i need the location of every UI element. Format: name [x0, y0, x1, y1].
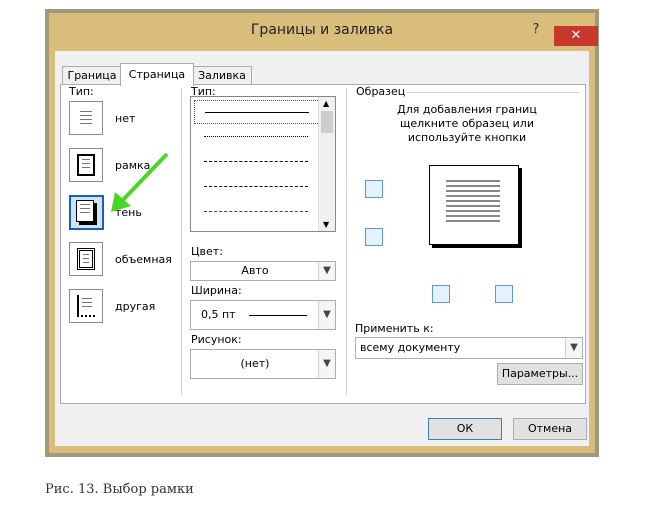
apply-to-dropdown[interactable]: всему документу ▼: [355, 337, 583, 359]
borders-shading-dialog: Границы и заливка ? ✕ Граница Страница З…: [49, 13, 598, 453]
setting-box-icon[interactable]: [69, 148, 103, 182]
chevron-down-icon[interactable]: ▼: [318, 262, 335, 280]
preview-hint-2: щелкните образец или: [400, 117, 534, 130]
cancel-button[interactable]: Отмена: [513, 418, 587, 440]
width-label: Ширина:: [191, 284, 242, 297]
bottom-border-button[interactable]: [365, 228, 383, 246]
preview-label: Образец: [356, 85, 406, 98]
page-border-panel: Тип: нет рамка тень объемная другая Тип:…: [60, 84, 586, 404]
annotation-arrow-icon: [111, 152, 169, 212]
line-style-dotted[interactable]: [194, 125, 318, 147]
width-value: 0,5 пт: [201, 308, 236, 321]
art-dropdown[interactable]: (нет) ▼: [190, 349, 336, 379]
dialog-title: Границы и заливка: [250, 22, 394, 38]
line-style-dash-dot[interactable]: [194, 200, 318, 222]
scroll-down-icon[interactable]: ▼: [323, 220, 329, 229]
line-style-solid[interactable]: [194, 100, 320, 124]
width-dropdown[interactable]: 0,5 пт ▼: [190, 300, 336, 330]
title-bar: Границы и заливка ? ✕: [49, 13, 598, 49]
art-label: Рисунок:: [191, 333, 242, 346]
line-style-list[interactable]: ▲ ▼: [190, 96, 336, 232]
preview-page[interactable]: [429, 165, 519, 245]
art-value: (нет): [240, 357, 270, 370]
apply-to-label: Применить к:: [355, 322, 434, 335]
scroll-up-icon[interactable]: ▲: [323, 99, 329, 108]
setting-custom-icon[interactable]: [69, 289, 103, 323]
apply-to-value: всему документу: [360, 341, 461, 354]
line-style-short-dash[interactable]: [194, 150, 318, 172]
line-style-dash[interactable]: [194, 175, 318, 197]
figure-caption: Рис. 13. Выбор рамки: [45, 482, 194, 497]
preview-hint-1: Для добавления границ: [397, 103, 537, 116]
color-label: Цвет:: [191, 245, 223, 258]
options-button[interactable]: Параметры...: [497, 363, 583, 385]
setting-custom-label[interactable]: другая: [115, 300, 155, 313]
chevron-down-icon[interactable]: ▼: [318, 301, 335, 329]
preview-hint-3: используйте кнопки: [407, 131, 527, 144]
setting-3d-icon[interactable]: [69, 242, 103, 276]
setting-3d-label[interactable]: объемная: [115, 253, 172, 266]
scroll-thumb[interactable]: [321, 111, 333, 133]
setting-none-icon[interactable]: [69, 101, 103, 135]
line-style-scrollbar[interactable]: ▲ ▼: [318, 97, 335, 231]
chevron-down-icon[interactable]: ▼: [318, 350, 335, 378]
left-border-button[interactable]: [432, 285, 450, 303]
setting-label: Тип:: [69, 85, 94, 98]
color-value: Авто: [241, 264, 269, 277]
chevron-down-icon[interactable]: ▼: [565, 338, 582, 358]
tab-page-border[interactable]: Страница: [120, 63, 194, 86]
tab-shading[interactable]: Заливка: [192, 66, 252, 85]
setting-none-label[interactable]: нет: [115, 112, 135, 125]
close-button[interactable]: ✕: [554, 26, 598, 46]
color-dropdown[interactable]: Авто ▼: [190, 261, 336, 281]
ok-button[interactable]: ОК: [428, 418, 502, 440]
dialog-client: Граница Страница Заливка Тип: нет рамка: [55, 51, 589, 446]
setting-shadow-icon[interactable]: [69, 195, 104, 230]
tab-border[interactable]: Граница: [62, 66, 122, 85]
help-button[interactable]: ?: [528, 22, 544, 37]
top-border-button[interactable]: [365, 180, 383, 198]
right-border-button[interactable]: [495, 285, 513, 303]
